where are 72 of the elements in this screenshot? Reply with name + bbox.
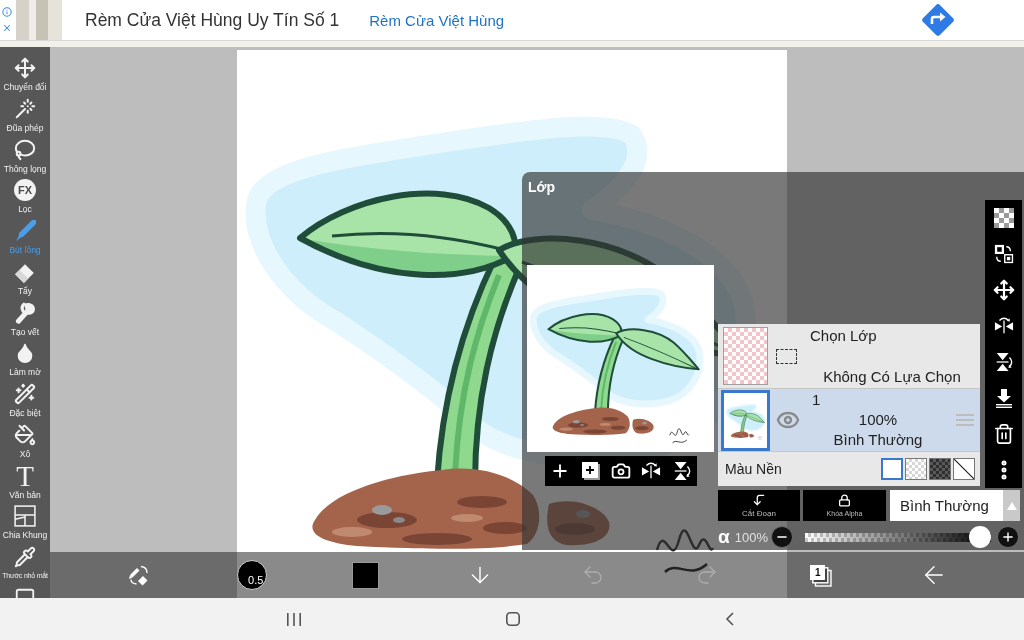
text-glyph: T [16, 464, 34, 487]
camera-icon[interactable] [611, 461, 631, 481]
layer-blend-mode: Bình Thường [833, 430, 923, 450]
flip-horizontal-icon[interactable] [641, 461, 662, 481]
close-icon[interactable] [2, 23, 12, 33]
lasso-icon [14, 138, 36, 161]
no-fill-swatch-icon[interactable] [953, 458, 975, 480]
layer-opacity: 100% [858, 410, 898, 430]
checkerboard-icon[interactable] [993, 208, 1014, 228]
caret-icon [1006, 501, 1017, 510]
move-icon [14, 57, 36, 79]
panel-title: Lớp [528, 179, 556, 195]
trash-icon[interactable] [992, 423, 1015, 445]
tool-button[interactable]: T Văn bản [0, 460, 50, 502]
sprout-drawing [725, 403, 766, 441]
tool-button[interactable]: Đặc biệt [0, 379, 50, 420]
tool-button[interactable]: Thông lọng [0, 134, 50, 176]
merge-down-icon[interactable] [993, 388, 1014, 408]
magic-wand-icon [14, 97, 36, 120]
dense-checker-swatch-icon[interactable] [929, 458, 951, 480]
back-icon[interactable] [724, 612, 734, 626]
solid-swatch-icon[interactable] [881, 458, 903, 480]
color-swatch-button[interactable] [352, 561, 380, 589]
pen-eraser-swap-icon[interactable] [127, 564, 150, 586]
corner-arrow-icon [752, 493, 766, 507]
move-icon[interactable] [992, 279, 1015, 301]
tool-button[interactable]: Tạo vết [0, 297, 50, 339]
opacity-increase-button[interactable] [996, 526, 1019, 548]
add-layer-icon[interactable] [581, 462, 600, 480]
tool-button[interactable]: FX Lọc [0, 175, 50, 216]
tool-button[interactable]: Làm mờ [0, 338, 50, 379]
layers-button[interactable]: 1 [808, 563, 833, 587]
dashed-rectangle-icon [775, 348, 797, 364]
ad-title: Rèm Cửa Việt Hùng Uy Tín Số 1 [85, 9, 340, 31]
flip-horizontal-icon[interactable] [993, 316, 1014, 336]
tool-button[interactable]: Chia Khung [0, 501, 50, 542]
background-label: Màu Nền [725, 461, 782, 477]
slider-thumb[interactable] [968, 526, 991, 548]
alpha-symbol: α [718, 526, 730, 548]
selection-layer-row[interactable]: Chọn Lớp Không Có Lựa Chọn [718, 324, 980, 389]
ad-banner[interactable]: Rèm Cửa Việt Hùng Uy Tín Số 1 Rèm Cửa Việt Hùng [0, 0, 1024, 41]
blend-mode-dropdown[interactable]: Bình Thường [890, 490, 1003, 521]
home-icon[interactable] [505, 612, 520, 626]
signature-scribble [655, 529, 714, 573]
drag-handle-icon[interactable] [956, 414, 974, 426]
paint-bucket-icon [14, 423, 36, 446]
photo-placeholder [16, 0, 62, 40]
tool-button[interactable]: Xô [0, 419, 50, 461]
lock-icon [838, 493, 851, 507]
eyedropper-icon [14, 546, 36, 568]
smudge-icon [14, 301, 36, 324]
layer-name: 1 [812, 390, 821, 410]
swap-squares-icon[interactable] [993, 244, 1014, 264]
wand-sparkles-icon [14, 383, 36, 405]
fx-glyph: FX [14, 179, 36, 202]
selection-layer-name: Chọn Lớp [810, 327, 877, 345]
selection-status: Không Có Lựa Chọn [823, 368, 961, 386]
opacity-reading: 100% [734, 529, 768, 545]
soil-clump-drawing [547, 501, 610, 546]
layer-row[interactable]: 1 100% Bình Thường [718, 389, 980, 452]
brush-icon [14, 220, 36, 242]
ad-link[interactable]: Rèm Cửa Việt Hùng [369, 11, 505, 29]
tool-button[interactable]: Chuyển đổi [0, 53, 50, 94]
clip-button[interactable]: Cắt Đoạn [718, 490, 800, 521]
selection-thumbnail [723, 327, 768, 385]
recent-apps-icon[interactable] [286, 612, 301, 626]
checker-swatch-icon[interactable] [905, 458, 927, 480]
layers-icon [808, 563, 833, 587]
plus-icon [1000, 530, 1015, 544]
tool-button[interactable]: Đũa phép [0, 93, 50, 135]
tool-button[interactable]: Tẩy [0, 256, 50, 298]
info-icon[interactable] [2, 7, 12, 17]
